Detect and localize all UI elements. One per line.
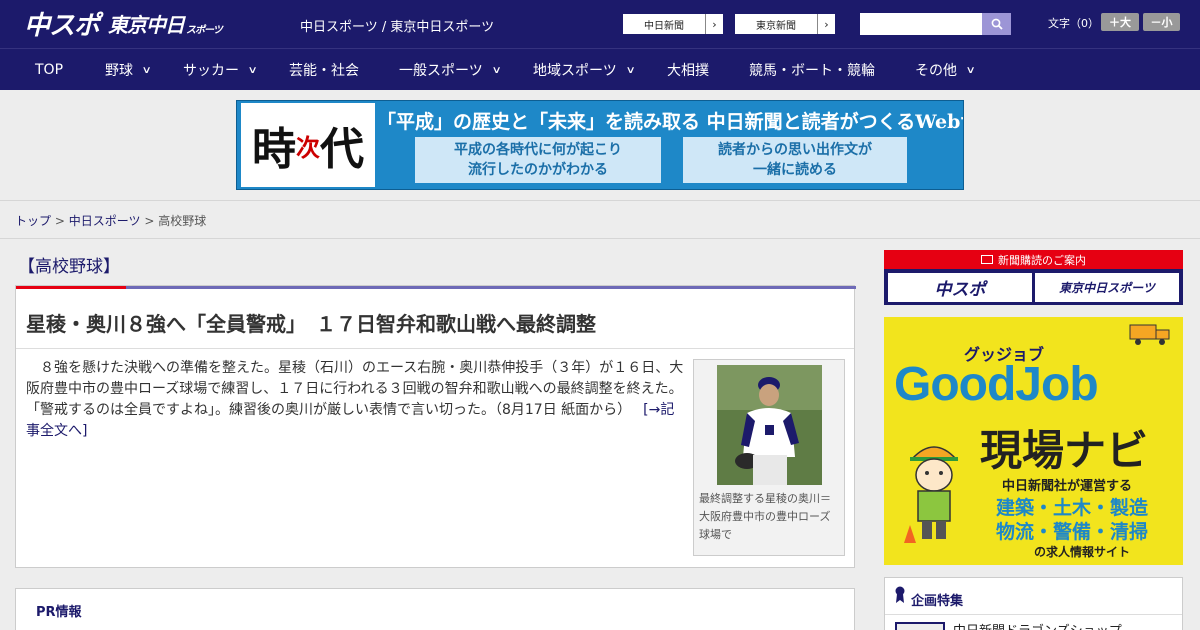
- ad-box-right: 読者からの思い出作文が 一緒に読める: [683, 137, 907, 183]
- chevron-down-icon: ∨: [491, 64, 502, 76]
- pitcher-photo-image: [717, 365, 822, 485]
- special-features-box: 企画特集 中日新聞ドラゴンズショップ: [884, 577, 1183, 630]
- logo-tokyo-text: 東京中日: [108, 12, 185, 37]
- nav-item-sumo[interactable]: 大相撲: [667, 49, 709, 91]
- goodjob-subtitle: 現場ナビ: [980, 426, 1149, 475]
- breadcrumb-separator: >: [144, 214, 155, 228]
- search-button[interactable]: [982, 13, 1011, 35]
- jidai-logo: 時次代: [241, 103, 375, 187]
- dragons-shop-link[interactable]: 中日新聞ドラゴンズショップ: [953, 620, 1122, 630]
- nav-item-top[interactable]: TOP: [35, 49, 63, 91]
- nav-item-entertainment[interactable]: 芸能・社会: [289, 49, 359, 91]
- tokyo-chunichi-logo[interactable]: 東京中日 スポーツ: [108, 6, 223, 40]
- font-smaller-button[interactable]: －小: [1143, 13, 1180, 31]
- chevron-down-icon: ∨: [965, 64, 976, 76]
- goodjob-title: GoodJob: [894, 358, 1099, 411]
- subscribe-chusupo-label: 中スポ: [934, 280, 986, 300]
- top-header: 中スポ 東京中日 スポーツ 中日スポーツ / 東京中日スポーツ 中日新聞 › 東京…: [0, 0, 1200, 48]
- chevron-down-icon: ∨: [247, 64, 258, 76]
- article-top-rule: [16, 286, 856, 289]
- search-icon: [991, 18, 1003, 30]
- worker-mascot-icon: [904, 446, 958, 543]
- ad-box-line: 読者からの思い出作文が: [718, 142, 872, 158]
- dragons-shop-icon: [895, 622, 945, 630]
- article-body: ８強を懸けた決戦への準備を整えた。星稜（石川）のエース右腕・奥川恭伸投手（３年）…: [26, 358, 690, 442]
- goodjob-operator: 中日新聞社が運営する: [1002, 479, 1133, 494]
- tokyo-shimbun-link[interactable]: 東京新聞 ›: [734, 13, 836, 35]
- goodjob-ad[interactable]: グッジョブ GoodJob 現場ナビ 中日新聞社が運営する 建築・土木・製造 物…: [884, 317, 1183, 565]
- main-nav: TOP 野球 ∨ サッカー ∨ 芸能・社会 一般スポーツ ∨ 地域スポーツ ∨ 大相撲 …: [0, 48, 1200, 90]
- pr-box: PR情報: [15, 588, 855, 630]
- chunichi-shimbun-link[interactable]: 中日新聞 ›: [622, 13, 724, 35]
- nav-item-regional-sports[interactable]: 地域スポーツ ∨: [533, 49, 636, 91]
- article-photo-box: 最終調整する星稜の奥川＝大阪府豊中市の豊中ローズ球場で: [693, 359, 845, 556]
- nav-item-racing[interactable]: 競馬・ボート・競輪: [749, 49, 875, 91]
- nav-item-soccer[interactable]: サッカー ∨: [183, 49, 258, 91]
- nav-label: その他: [915, 63, 957, 79]
- breadcrumb-current: 高校野球: [158, 214, 207, 228]
- goodjob-footer: の求人情報サイト: [1034, 545, 1131, 559]
- nav-label: 地域スポーツ: [533, 63, 617, 79]
- special-features-title: 企画特集: [911, 594, 964, 609]
- subscribe-chusupo-link[interactable]: 中スポ: [888, 273, 1032, 302]
- nav-label: 野球: [105, 63, 133, 79]
- pr-title: PR情報: [36, 605, 82, 620]
- nav-label: サッカー: [183, 63, 239, 79]
- font-size-label: 文字（0）: [1048, 17, 1099, 30]
- article-photo[interactable]: [717, 365, 822, 485]
- nav-label: 芸能・社会: [289, 63, 359, 79]
- nav-label: 大相撲: [667, 63, 709, 79]
- breadcrumb: トップ > 中日スポーツ > 高校野球: [15, 212, 206, 229]
- ad-box-line: 一緒に読める: [753, 162, 837, 178]
- nav-label: 一般スポーツ: [399, 63, 483, 79]
- nav-item-general-sports[interactable]: 一般スポーツ ∨: [399, 49, 502, 91]
- chevron-right-icon: ›: [817, 14, 835, 34]
- nav-item-baseball[interactable]: 野球 ∨: [105, 49, 152, 91]
- ad-kanji-top: 時: [252, 124, 296, 175]
- breadcrumb-link-top[interactable]: トップ: [15, 214, 51, 228]
- newspaper-icon: [981, 255, 993, 264]
- truck-icon: [1129, 324, 1170, 345]
- subscription-box: 新聞購読のご案内 中スポ 東京中日スポーツ: [884, 250, 1183, 305]
- chevron-down-icon: ∨: [141, 64, 152, 76]
- font-bigger-button[interactable]: ＋大: [1101, 13, 1139, 31]
- site-tagline: 中日スポーツ / 東京中日スポーツ: [300, 20, 495, 35]
- photo-caption: 最終調整する星稜の奥川＝大阪府豊中市の豊中ローズ球場で: [699, 492, 831, 541]
- heisei-ad-banner[interactable]: 時次代 「平成」の歴史と「未来」を読み取る 中日新聞と読者がつくるWebサイト …: [236, 100, 964, 190]
- search-input[interactable]: [860, 13, 982, 35]
- subscription-heading-text: 新聞購読のご案内: [998, 253, 1086, 267]
- chevron-right-icon: ›: [705, 14, 723, 34]
- subscribe-tokyo-chunichi-link[interactable]: 東京中日スポーツ: [1035, 273, 1179, 302]
- paper-link-label: 中日新聞: [644, 20, 684, 32]
- ribbon-badge-icon: [895, 586, 905, 603]
- logo-tokyo-small-text: スポーツ: [186, 24, 223, 36]
- subscribe-tokyo-chunichi-label: 東京中日スポーツ: [1059, 281, 1155, 295]
- article-card: 星稜・奥川８強へ「全員警戒」 １７日智弁和歌山戦へ最終調整 ８強を懸けた決戦への…: [15, 285, 856, 568]
- nav-item-other[interactable]: その他 ∨: [915, 49, 976, 91]
- ad-box-left: 平成の各時代に何が起こり 流行したのかがわかる: [415, 137, 661, 183]
- breadcrumb-separator: >: [54, 214, 65, 228]
- section-title: 【高校野球】: [18, 257, 120, 277]
- headline-divider: [16, 348, 854, 349]
- goodjob-line-1: 建築・土木・製造: [996, 497, 1149, 519]
- nav-label: 競馬・ボート・競輪: [749, 63, 875, 79]
- logo-main-text: 中スポ: [24, 10, 100, 41]
- article-body-text: ８強を懸けた決戦への準備を整えた。星稜（石川）のエース右腕・奥川恭伸投手（３年）…: [26, 360, 690, 418]
- breadcrumb-bar: トップ > 中日スポーツ > 高校野球: [0, 200, 1200, 239]
- article-headline[interactable]: 星稜・奥川８強へ「全員警戒」 １７日智弁和歌山戦へ最終調整: [26, 308, 596, 337]
- chunichi-sports-logo[interactable]: 中スポ: [24, 6, 100, 41]
- breadcrumb-link-chunichi-sports[interactable]: 中日スポーツ: [69, 214, 141, 228]
- chevron-down-icon: ∨: [625, 64, 636, 76]
- subscription-heading: 新聞購読のご案内: [884, 250, 1183, 269]
- ad-box-line: 平成の各時代に何が起こり: [454, 142, 622, 158]
- ad-title: 「平成」の歴史と「未来」を読み取る 中日新聞と読者がつくるWebサイト: [377, 111, 964, 133]
- goodjob-line-2: 物流・警備・清掃: [996, 521, 1149, 543]
- ad-box-line: 流行したのかがわかる: [468, 162, 608, 178]
- special-divider: [885, 614, 1182, 615]
- ad-kanji-bottom: 代: [320, 124, 364, 175]
- nav-label: TOP: [35, 62, 64, 78]
- ad-kanji-red: 次: [296, 132, 320, 162]
- paper-link-label: 東京新聞: [756, 20, 796, 32]
